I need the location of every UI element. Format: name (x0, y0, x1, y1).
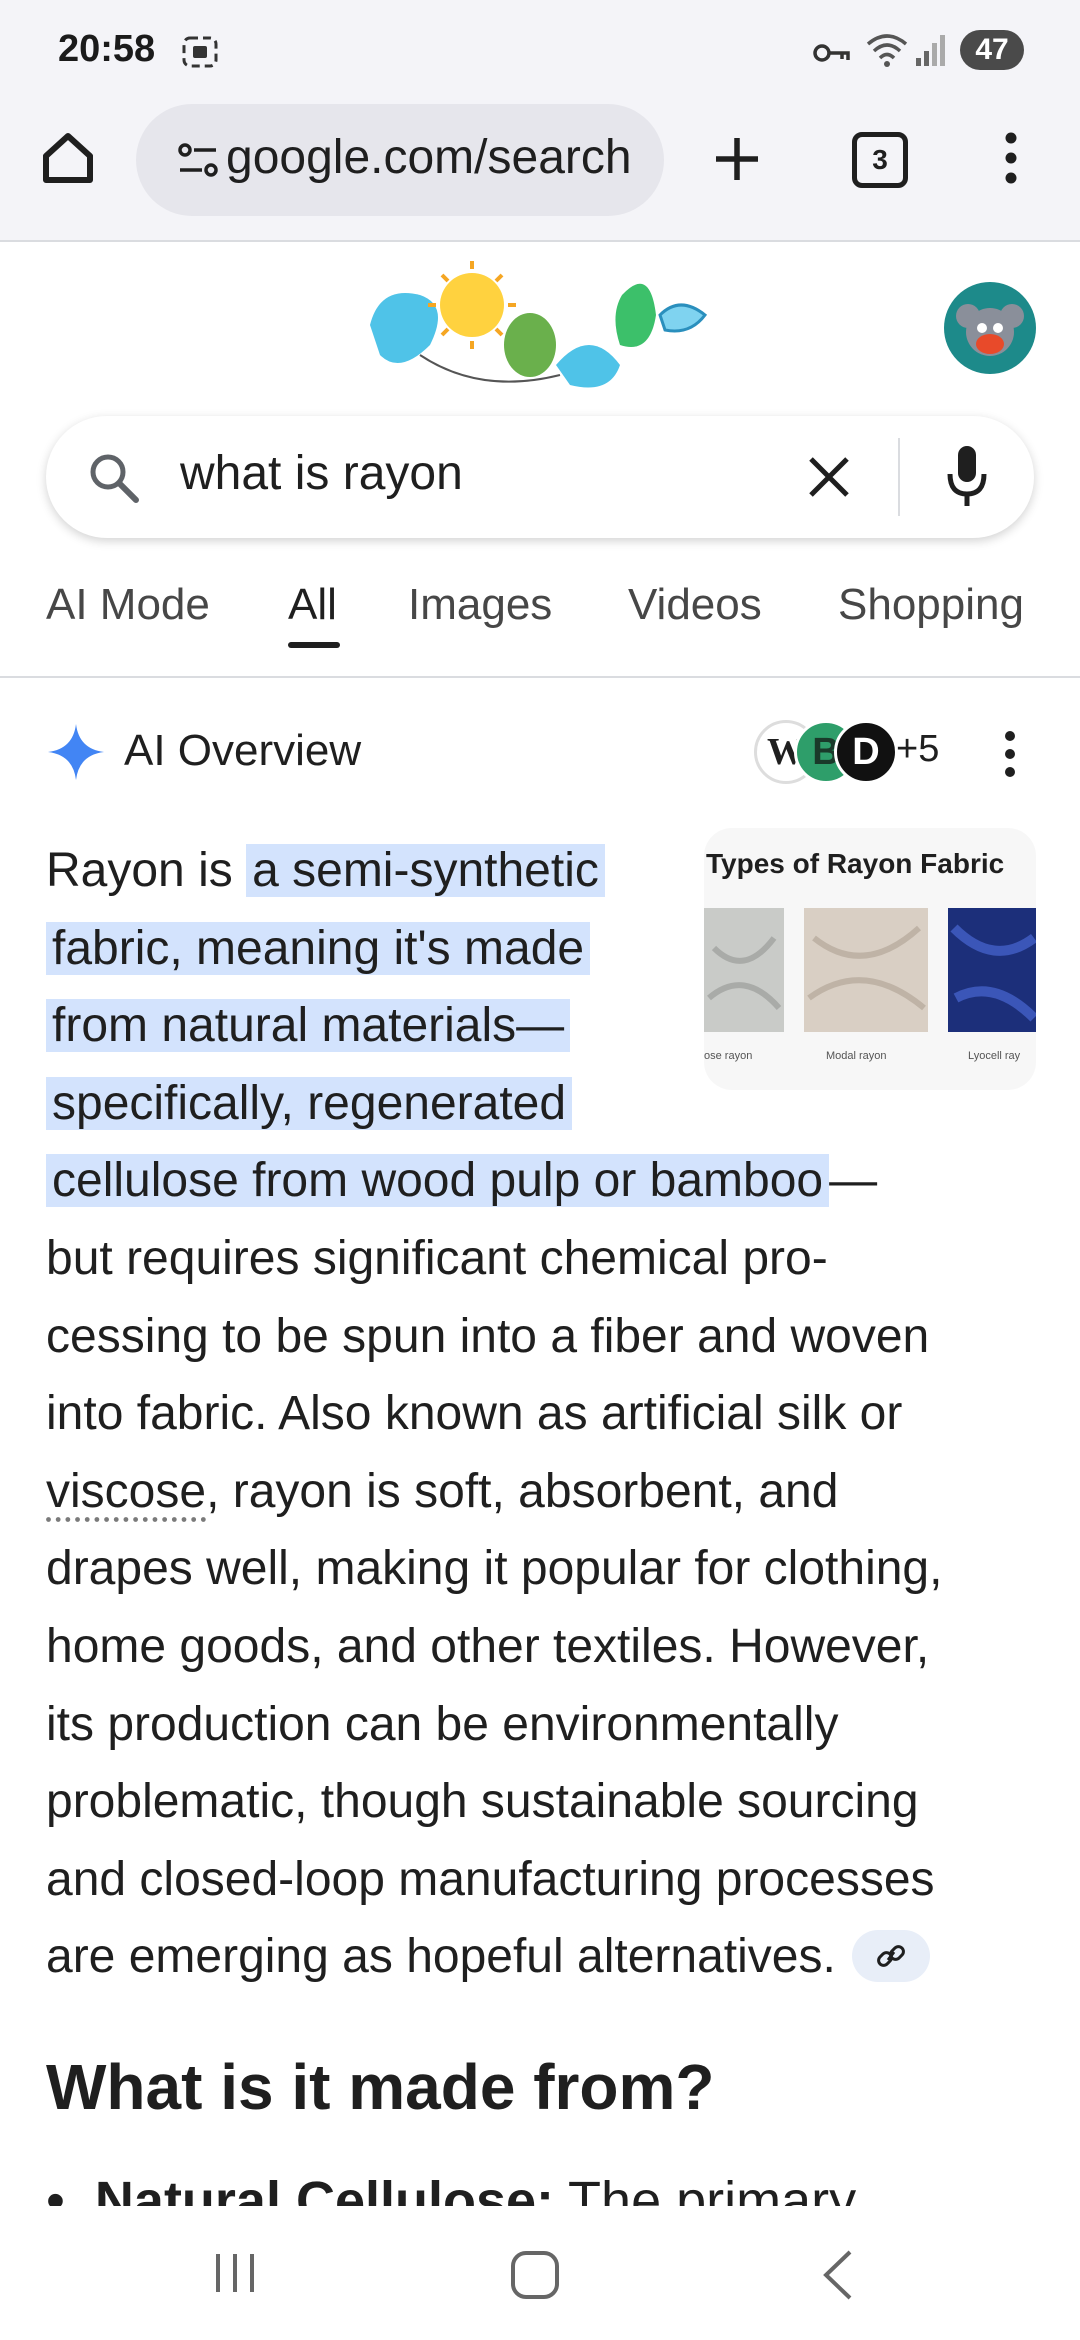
overview-text: Rayon is (46, 844, 247, 897)
bullet-text: The primary (554, 2171, 857, 2206)
address-bar[interactable]: google.com/search (136, 104, 664, 216)
status-time: 20:58 (58, 28, 156, 70)
overview-text: cessing to be spun into a fiber and wove… (46, 1309, 930, 1363)
url-text[interactable]: google.com/search (226, 130, 646, 185)
overview-text: and closed-loop manufacturing processes (46, 1852, 935, 1906)
highlighted-text: cellulose from wood pulp or bamboo (46, 1154, 830, 1208)
highlighted-text: fabric, meaning it's made (46, 921, 591, 975)
viscose-link[interactable]: viscose (46, 1465, 206, 1518)
active-tab-indicator (288, 642, 340, 648)
more-sources-count[interactable]: +5 (896, 728, 939, 771)
overview-text: are emerging as hopeful alternatives. (46, 1930, 836, 1984)
tab-switcher-icon[interactable]: 3 (852, 132, 908, 188)
wifi-icon (866, 34, 908, 67)
signal-icon (916, 35, 945, 66)
tab-shopping[interactable]: Shopping (838, 580, 1024, 630)
recent-apps-icon[interactable] (210, 2248, 260, 2298)
overview-text: problematic, though sustainable sourcing (46, 1775, 919, 1829)
home-icon[interactable] (38, 128, 98, 188)
ai-overview-title: AI Overview (124, 726, 362, 775)
overview-text: into fabric. Also known as artificial si… (46, 1387, 903, 1441)
battery-indicator: 47 (960, 30, 1024, 70)
source-link-button[interactable] (851, 1929, 930, 1982)
avatar[interactable] (944, 282, 1036, 374)
highlighted-text: specifically, regenerated (46, 1076, 573, 1130)
search-divider (898, 438, 900, 516)
home-nav-icon[interactable] (508, 2248, 562, 2302)
system-nav-bar (0, 2206, 1080, 2340)
ai-overview-more-icon[interactable] (996, 726, 1024, 782)
ai-overview-text: Rayon is a semi-synthetic fabric, meanin… (46, 832, 1036, 1996)
search-tabs: AI Mode All Images Videos Shopping (0, 570, 1080, 678)
link-icon (876, 1944, 905, 1967)
new-tab-icon[interactable] (712, 134, 762, 184)
search-box[interactable]: what is rayon (46, 416, 1034, 538)
highlighted-text: from natural materials— (46, 999, 571, 1053)
site-info-icon[interactable] (176, 140, 220, 180)
vpn-key-icon (813, 44, 850, 62)
tab-videos[interactable]: Videos (628, 580, 762, 630)
sparkle-icon (48, 724, 104, 780)
overview-text: — (829, 1154, 878, 1208)
search-input[interactable]: what is rayon (180, 446, 463, 501)
list-item: • Natural Cellulose: The primary (46, 2170, 1036, 2206)
more-vert-icon[interactable] (996, 128, 1026, 188)
overview-text: its production can be environmentally (46, 1697, 839, 1751)
highlighted-text: a semi-synthetic (246, 844, 605, 897)
back-icon[interactable] (818, 2248, 858, 2302)
bullet-dot: • (46, 2171, 95, 2206)
screenshot-icon (182, 36, 218, 68)
browser-toolbar: google.com/search 3 (0, 100, 1080, 242)
overview-text: , rayon is soft, absorbent, and (206, 1464, 839, 1518)
status-bar: 20:58 47 (0, 0, 1080, 100)
bullet-title: Natural Cellulose: (94, 2171, 555, 2206)
tab-ai-mode[interactable]: AI Mode (46, 580, 210, 630)
search-icon (90, 454, 139, 503)
clear-icon[interactable] (806, 454, 852, 500)
avatar-image (956, 304, 1024, 356)
mic-icon[interactable] (946, 444, 988, 508)
section-heading: What is it made from? (46, 2051, 715, 2123)
google-doodle[interactable] (360, 255, 720, 405)
tab-all[interactable]: All (288, 580, 337, 630)
overview-text: but requires significant chemical pro- (46, 1231, 828, 1285)
overview-text: home goods, and other textiles. However, (46, 1619, 930, 1673)
source-icon-3[interactable]: D (834, 720, 898, 784)
tab-images[interactable]: Images (408, 580, 552, 630)
source-icons[interactable]: W B D (754, 720, 914, 784)
overview-text: drapes well, making it popular for cloth… (46, 1542, 943, 1596)
